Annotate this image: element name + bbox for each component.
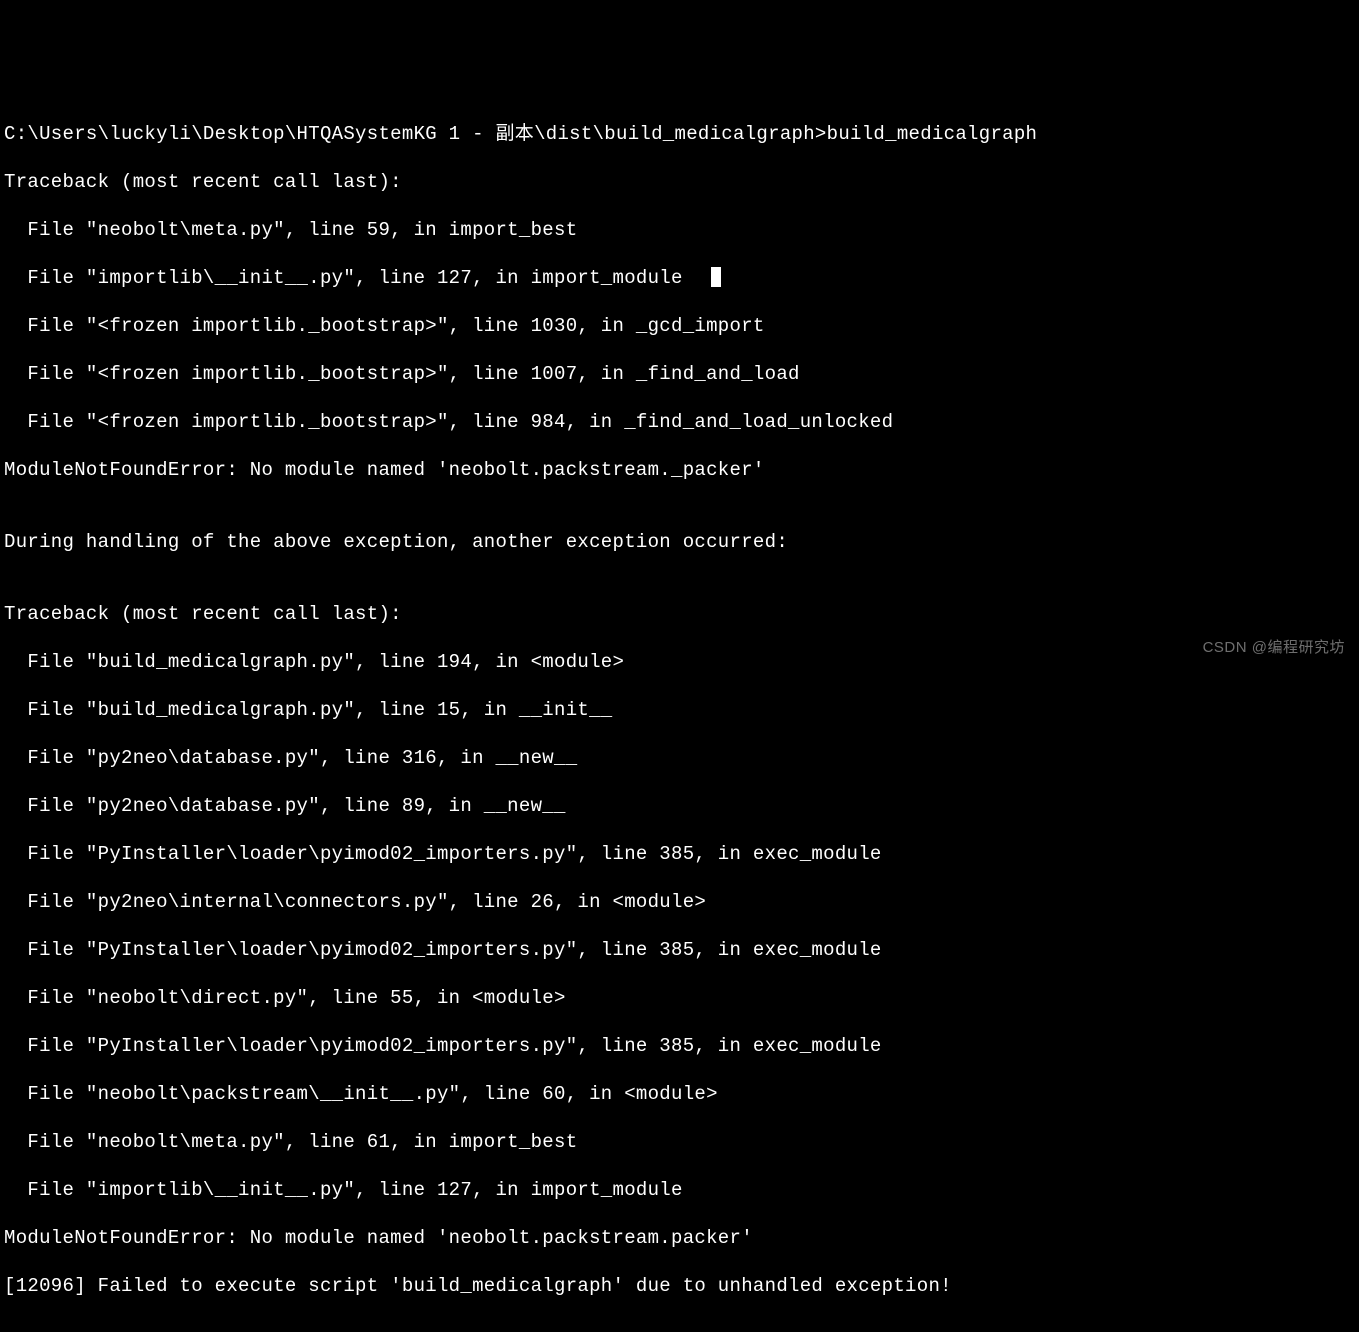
watermark-text: CSDN @编程研究坊 — [1203, 636, 1345, 660]
output-line: File "py2neo\database.py", line 316, in … — [4, 746, 1355, 770]
output-line: File "py2neo\internal\connectors.py", li… — [4, 890, 1355, 914]
output-line: File "build_medicalgraph.py", line 15, i… — [4, 698, 1355, 722]
output-line: [12096] Failed to execute script 'build_… — [4, 1274, 1355, 1298]
output-line: File "neobolt\meta.py", line 61, in impo… — [4, 1130, 1355, 1154]
output-line: File "PyInstaller\loader\pyimod02_import… — [4, 938, 1355, 962]
prompt-path: C:\Users\luckyli\Desktop\HTQASystemKG 1 … — [4, 123, 827, 145]
prompt-line: C:\Users\luckyli\Desktop\HTQASystemKG 1 … — [4, 122, 1355, 146]
text-cursor — [711, 267, 721, 287]
output-line: File "neobolt\meta.py", line 59, in impo… — [4, 218, 1355, 242]
output-line: Traceback (most recent call last): — [4, 170, 1355, 194]
output-line: File "py2neo\database.py", line 89, in _… — [4, 794, 1355, 818]
output-line: File "PyInstaller\loader\pyimod02_import… — [4, 1034, 1355, 1058]
output-line: File "neobolt\direct.py", line 55, in <m… — [4, 986, 1355, 1010]
output-line: ModuleNotFoundError: No module named 'ne… — [4, 1226, 1355, 1250]
output-line: File "build_medicalgraph.py", line 194, … — [4, 650, 1355, 674]
output-line: File "importlib\__init__.py", line 127, … — [4, 266, 1355, 290]
output-line: ModuleNotFoundError: No module named 'ne… — [4, 458, 1355, 482]
terminal-area[interactable]: C:\Users\luckyli\Desktop\HTQASystemKG 1 … — [4, 98, 1355, 1322]
output-line: Traceback (most recent call last): — [4, 602, 1355, 626]
output-line: File "<frozen importlib._bootstrap>", li… — [4, 410, 1355, 434]
output-line: File "importlib\__init__.py", line 127, … — [4, 1178, 1355, 1202]
output-line: File "<frozen importlib._bootstrap>", li… — [4, 314, 1355, 338]
output-line: File "PyInstaller\loader\pyimod02_import… — [4, 842, 1355, 866]
output-line: File "<frozen importlib._bootstrap>", li… — [4, 362, 1355, 386]
output-line: During handling of the above exception, … — [4, 530, 1355, 554]
output-line: File "neobolt\packstream\__init__.py", l… — [4, 1082, 1355, 1106]
command-text: build_medicalgraph — [827, 123, 1038, 145]
